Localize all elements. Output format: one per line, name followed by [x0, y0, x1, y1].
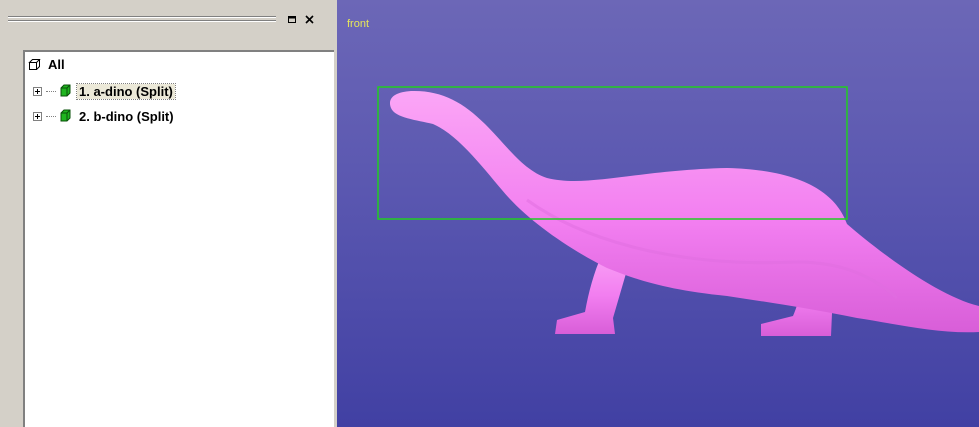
tree-view[interactable]: All 1. a-dino (Split) 2. b-dino (Split)	[23, 50, 334, 427]
viewport-scene	[377, 86, 979, 336]
tree-root[interactable]: All	[28, 55, 67, 73]
expand-icon[interactable]	[33, 86, 42, 96]
green-cube-icon	[60, 109, 71, 122]
tree-item-label: 1. a-dino (Split)	[76, 82, 176, 100]
tree-item-label: 2. b-dino (Split)	[79, 108, 174, 124]
tree-root-label: All	[48, 56, 65, 72]
dinosaur-model[interactable]	[389, 90, 979, 336]
tree-item-a-dino[interactable]: 1. a-dino (Split)	[33, 82, 176, 100]
dino-body	[389, 90, 979, 333]
green-cube-icon	[60, 84, 71, 97]
restore-icon	[288, 16, 296, 23]
group-icon	[28, 59, 41, 70]
expand-icon[interactable]	[33, 111, 42, 121]
panel-grip[interactable]	[8, 16, 276, 23]
tree-item-b-dino[interactable]: 2. b-dino (Split)	[33, 107, 176, 125]
close-button[interactable]	[303, 13, 316, 26]
close-icon	[305, 15, 314, 24]
tree-panel: All 1. a-dino (Split) 2. b-dino (Split)	[0, 0, 337, 427]
restore-button[interactable]	[286, 13, 299, 26]
3d-viewport[interactable]: front	[337, 0, 979, 427]
